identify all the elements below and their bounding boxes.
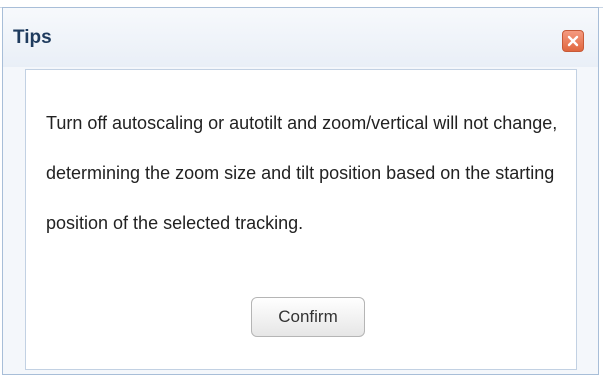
dialog-title: Tips xyxy=(13,27,52,48)
close-icon xyxy=(567,35,579,47)
tips-dialog: Tips Turn off autoscaling or autotilt an… xyxy=(2,7,599,375)
dialog-titlebar: Tips xyxy=(3,8,598,67)
dialog-message: Turn off autoscaling or autotilt and zoo… xyxy=(46,113,558,233)
dialog-content: Turn off autoscaling or autotilt and zoo… xyxy=(25,69,577,370)
confirm-button[interactable]: Confirm xyxy=(251,297,365,337)
close-button[interactable] xyxy=(562,30,584,52)
